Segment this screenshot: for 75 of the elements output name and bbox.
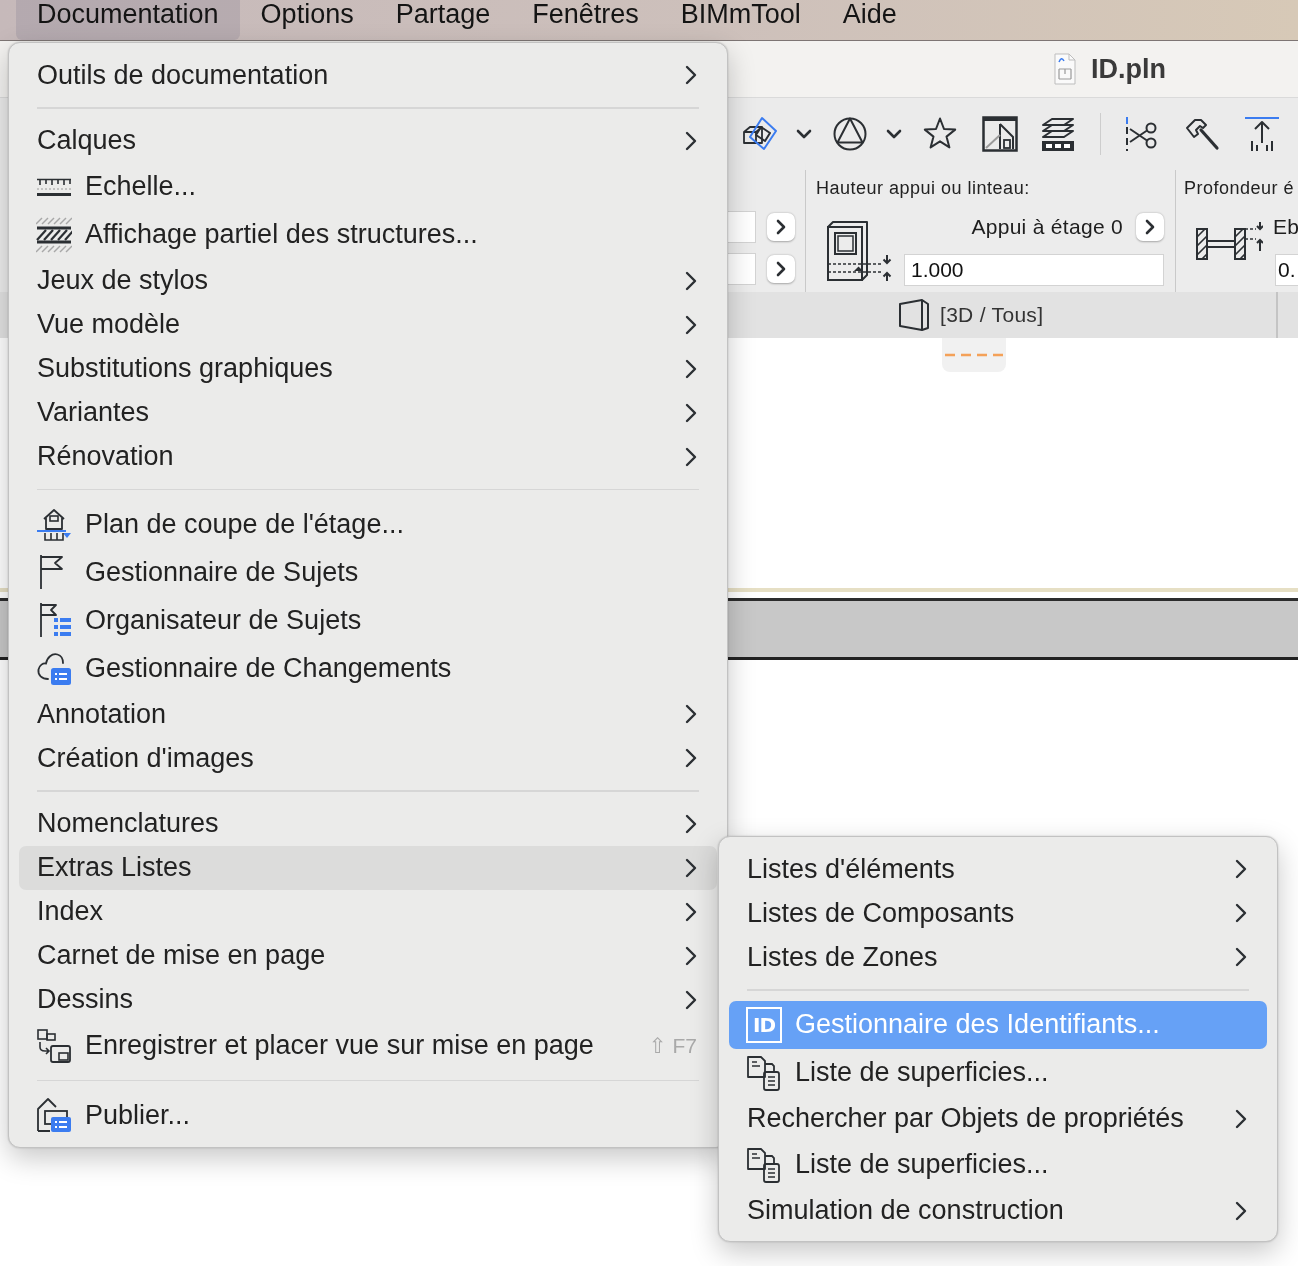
menu-item[interactable]: Vue modèle — [19, 302, 717, 347]
hatch-icon — [36, 216, 72, 253]
menu-item[interactable]: Affichage partiel des structures... — [19, 210, 717, 259]
menu-item[interactable]: Gestionnaire de Sujets — [19, 548, 717, 596]
sheets-list-icon — [746, 1054, 782, 1091]
cube-icon[interactable] — [742, 116, 778, 152]
cube-icon — [898, 298, 930, 332]
chevron-button[interactable] — [1136, 213, 1164, 241]
wall-opening-icon — [1195, 221, 1263, 263]
reference-text: Appui à étage 0 — [971, 215, 1123, 239]
chevron-right-icon — [1145, 219, 1155, 235]
menu-item[interactable]: Gestionnaire de Changements — [19, 644, 717, 692]
chevron-down-icon[interactable] — [886, 129, 902, 139]
menu-bar-item[interactable]: Fenêtres — [511, 0, 660, 40]
menu-item[interactable]: Création d'images — [19, 736, 717, 780]
ruler-icon — [36, 176, 72, 197]
view-label: [3D / Tous] — [940, 303, 1044, 327]
sheets-list-icon — [746, 1146, 782, 1183]
menu-item[interactable]: Extras Listes — [19, 845, 717, 890]
menu-item[interactable]: Carnet de mise en page — [19, 933, 717, 978]
height-input[interactable]: 1.000 — [904, 254, 1164, 286]
chevron-right-icon — [776, 219, 786, 235]
menu-item[interactable]: Calques — [19, 118, 717, 163]
arrow-up-icon[interactable] — [1244, 116, 1280, 152]
window-title: ID.pln — [1091, 53, 1166, 85]
menu-bar-item[interactable]: BIMmTool — [659, 0, 822, 40]
dashed-line-icon — [945, 353, 1003, 357]
menu-item[interactable]: Annotation — [19, 692, 717, 736]
menu-item[interactable]: Nomenclatures — [19, 801, 717, 846]
house-frame-icon[interactable] — [982, 116, 1018, 152]
menu-item[interactable]: Rénovation — [19, 434, 717, 479]
sheets-arrow-icon — [36, 1027, 72, 1064]
field-label: Hauteur appui ou linteau: — [816, 178, 1031, 198]
field-label: Profondeur é — [1184, 178, 1296, 198]
menu-item[interactable]: Jeux de stylos — [19, 258, 717, 303]
menu-item[interactable]: Listes d'éléments — [729, 847, 1267, 891]
chevron-down-icon[interactable] — [796, 129, 812, 139]
input-field[interactable] — [728, 253, 756, 285]
menu-item[interactable]: Liste de superficies... — [729, 1140, 1267, 1189]
chevron-button[interactable] — [767, 213, 795, 241]
menu-item[interactable]: Enregistrer et placer vue sur mise en page ⇧ F7 — [19, 1021, 717, 1070]
id-badge: ID — [746, 1006, 782, 1043]
reference-text: Eb — [1273, 215, 1298, 239]
file-icon — [1053, 53, 1077, 85]
chevron-button[interactable] — [767, 255, 795, 283]
menu-item[interactable]: Liste de superficies... — [729, 1048, 1267, 1097]
menu-item[interactable]: Listes de Composants — [729, 891, 1267, 935]
menu-item[interactable]: Organisateur de Sujets — [19, 596, 717, 644]
input-field[interactable] — [728, 211, 756, 243]
triangle-circle-icon[interactable] — [833, 117, 867, 151]
menu-bar-item[interactable]: Aide — [821, 0, 918, 40]
chevron-right-icon — [776, 261, 786, 277]
window-sill-icon — [826, 219, 892, 283]
menu-item[interactable]: Index — [19, 889, 717, 934]
cloud-list-icon — [36, 650, 72, 686]
menu-bar-item[interactable]: Partage — [374, 0, 512, 40]
menu-item[interactable]: Publier... — [19, 1091, 717, 1139]
menu-bar-item[interactable]: Documentation — [16, 0, 240, 40]
depth-input[interactable]: 0. — [1275, 254, 1298, 286]
shortcut-label: ⇧ F7 — [649, 1035, 697, 1056]
menu-item[interactable]: Plan de coupe de l'étage... — [19, 500, 717, 548]
house-plan-icon — [36, 506, 72, 542]
menu-item[interactable]: Rechercher par Objets de propriétés — [729, 1096, 1267, 1141]
layers-icon[interactable] — [1040, 116, 1076, 152]
menu-item[interactable]: Dessins — [19, 977, 717, 1022]
hammer-icon[interactable] — [1184, 116, 1220, 152]
menu-item[interactable]: Listes de Zones — [729, 935, 1267, 979]
menu-bar-item[interactable]: Options — [239, 0, 375, 40]
star-icon[interactable] — [923, 117, 957, 151]
menu-item[interactable]: Substitutions graphiques — [19, 346, 717, 391]
house-card-icon — [36, 1097, 72, 1133]
menu-item[interactable]: Variantes — [19, 390, 717, 435]
menu-item[interactable]: Echelle... — [19, 162, 717, 211]
menu-item[interactable]: Outils de documentation — [19, 53, 717, 97]
menu-item[interactable]: Simulation de construction — [729, 1188, 1267, 1233]
